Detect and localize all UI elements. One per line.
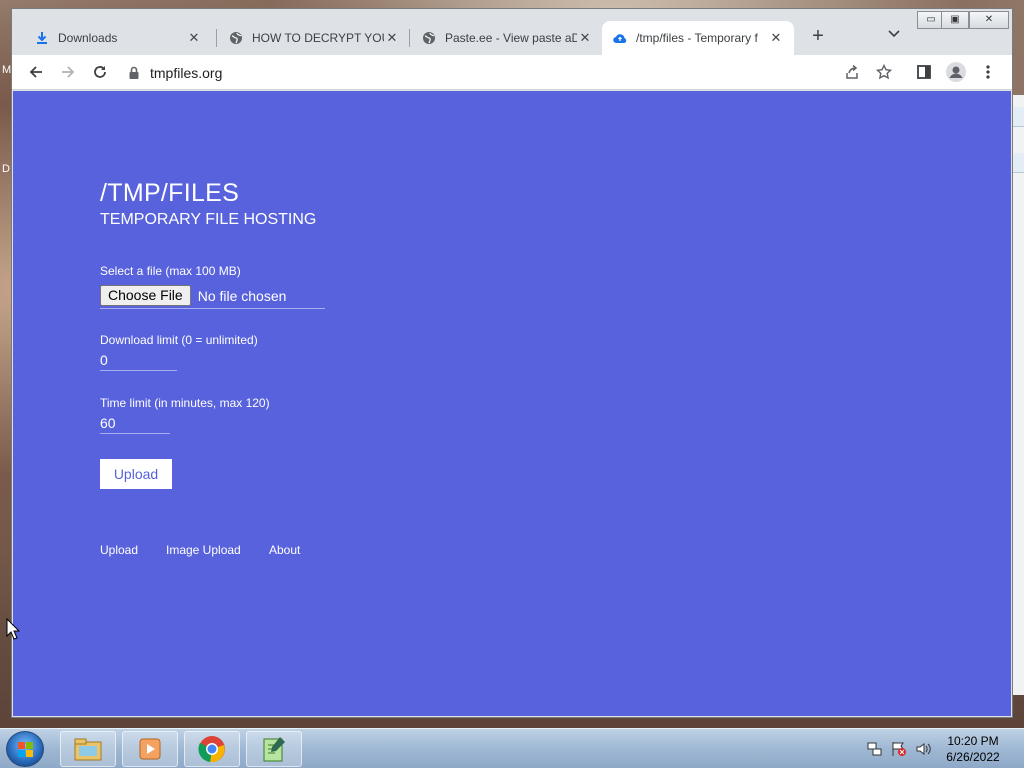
share-button[interactable]	[839, 59, 865, 85]
star-icon	[876, 64, 892, 80]
page-title: /TMP/FILES	[100, 179, 240, 207]
tab-search-button[interactable]	[884, 27, 904, 47]
address-bar[interactable]: tmpfiles.org	[128, 58, 888, 87]
taskbar: 10:20 PM 6/26/2022	[0, 728, 1024, 768]
browser-toolbar: tmpfiles.org	[12, 55, 1012, 90]
tab-close-icon[interactable]: ✕	[768, 30, 784, 46]
clock-date: 6/26/2022	[946, 750, 1000, 764]
bookmark-button[interactable]	[871, 59, 897, 85]
taskbar-explorer[interactable]	[60, 731, 116, 767]
globe-icon	[228, 30, 244, 46]
clock-time: 10:20 PM	[947, 734, 999, 748]
lock-icon	[129, 66, 139, 79]
side-panel-button[interactable]	[911, 59, 937, 85]
tab-title: Downloads	[58, 31, 118, 45]
action-center-icon[interactable]	[891, 741, 907, 757]
chrome-icon	[198, 736, 225, 763]
close-window-button[interactable]: ✕	[969, 11, 1009, 29]
reload-button[interactable]	[87, 59, 113, 85]
tab-title: /tmp/files - Temporary f	[636, 31, 758, 45]
cloud-upload-icon	[612, 30, 628, 46]
time-limit-input[interactable]	[100, 412, 170, 434]
back-button[interactable]	[23, 59, 49, 85]
taskbar-clock[interactable]: 10:20 PM 6/26/2022	[930, 733, 1016, 765]
tab-paste-ee[interactable]: Paste.ee - View paste aD ✕	[411, 21, 603, 55]
kebab-menu-icon	[986, 65, 990, 79]
globe-icon	[421, 30, 437, 46]
volume-icon[interactable]	[915, 741, 931, 757]
choose-file-button[interactable]: Choose File	[100, 285, 191, 306]
mouse-cursor-icon	[6, 618, 20, 640]
taskbar-chrome[interactable]	[184, 731, 240, 767]
new-tab-button[interactable]: +	[806, 25, 830, 49]
desktop-label-m: M	[2, 64, 12, 76]
page-content: /TMP/FILES TEMPORARY FILE HOSTING Select…	[13, 91, 1011, 716]
nav-link-image-upload[interactable]: Image Upload	[166, 543, 241, 557]
side-panel-icon	[917, 65, 931, 79]
media-player-icon	[139, 738, 161, 760]
tab-tmpfiles[interactable]: /tmp/files - Temporary f ✕	[602, 21, 794, 55]
tab-close-icon[interactable]: ✕	[186, 30, 202, 46]
chevron-down-icon	[888, 30, 900, 38]
download-limit-input[interactable]	[100, 349, 177, 371]
upload-button[interactable]: Upload	[100, 459, 172, 489]
tab-how-to-decrypt[interactable]: HOW TO DECRYPT YOUR ✕	[218, 21, 410, 55]
page-subtitle: TEMPORARY FILE HOSTING	[100, 211, 317, 228]
reload-icon	[94, 66, 106, 78]
network-icon[interactable]	[867, 741, 883, 757]
avatar-icon	[946, 62, 966, 82]
file-field-label: Select a file (max 100 MB)	[100, 264, 241, 278]
tab-strip: Downloads ✕ HOW TO DECRYPT YOUR ✕ Paste.…	[12, 9, 1012, 55]
time-limit-label: Time limit (in minutes, max 120)	[100, 396, 270, 410]
profile-button[interactable]	[943, 59, 969, 85]
tab-close-icon[interactable]: ✕	[384, 30, 400, 46]
notepad-plus-icon	[263, 737, 285, 762]
file-input[interactable]: Choose File No file chosen	[100, 283, 325, 309]
forward-button[interactable]	[55, 59, 81, 85]
nav-link-upload[interactable]: Upload	[100, 543, 138, 557]
no-file-text: No file chosen	[197, 287, 287, 304]
url-text: tmpfiles.org	[150, 64, 223, 81]
arrow-right-icon	[62, 66, 75, 78]
tab-close-icon[interactable]: ✕	[577, 30, 593, 46]
maximize-button[interactable]: ▣	[941, 11, 969, 29]
tab-downloads[interactable]: Downloads ✕	[24, 21, 212, 55]
menu-button[interactable]	[975, 59, 1001, 85]
arrow-left-icon	[29, 66, 42, 78]
share-icon	[846, 64, 858, 79]
download-limit-label: Download limit (0 = unlimited)	[100, 333, 258, 347]
download-icon	[34, 30, 50, 46]
tab-title: HOW TO DECRYPT YOUR	[252, 31, 384, 45]
explorer-icon	[74, 738, 102, 761]
taskbar-notepad-plus[interactable]	[246, 731, 302, 767]
taskbar-media-player[interactable]	[122, 731, 178, 767]
browser-window: Downloads ✕ HOW TO DECRYPT YOUR ✕ Paste.…	[11, 8, 1013, 718]
start-button[interactable]	[6, 731, 44, 767]
nav-link-about[interactable]: About	[269, 543, 300, 557]
windows-logo-icon	[18, 742, 33, 757]
background-window-edge	[1012, 95, 1024, 695]
tab-title: Paste.ee - View paste aD	[445, 31, 577, 45]
desktop-label-d: D	[2, 163, 10, 175]
